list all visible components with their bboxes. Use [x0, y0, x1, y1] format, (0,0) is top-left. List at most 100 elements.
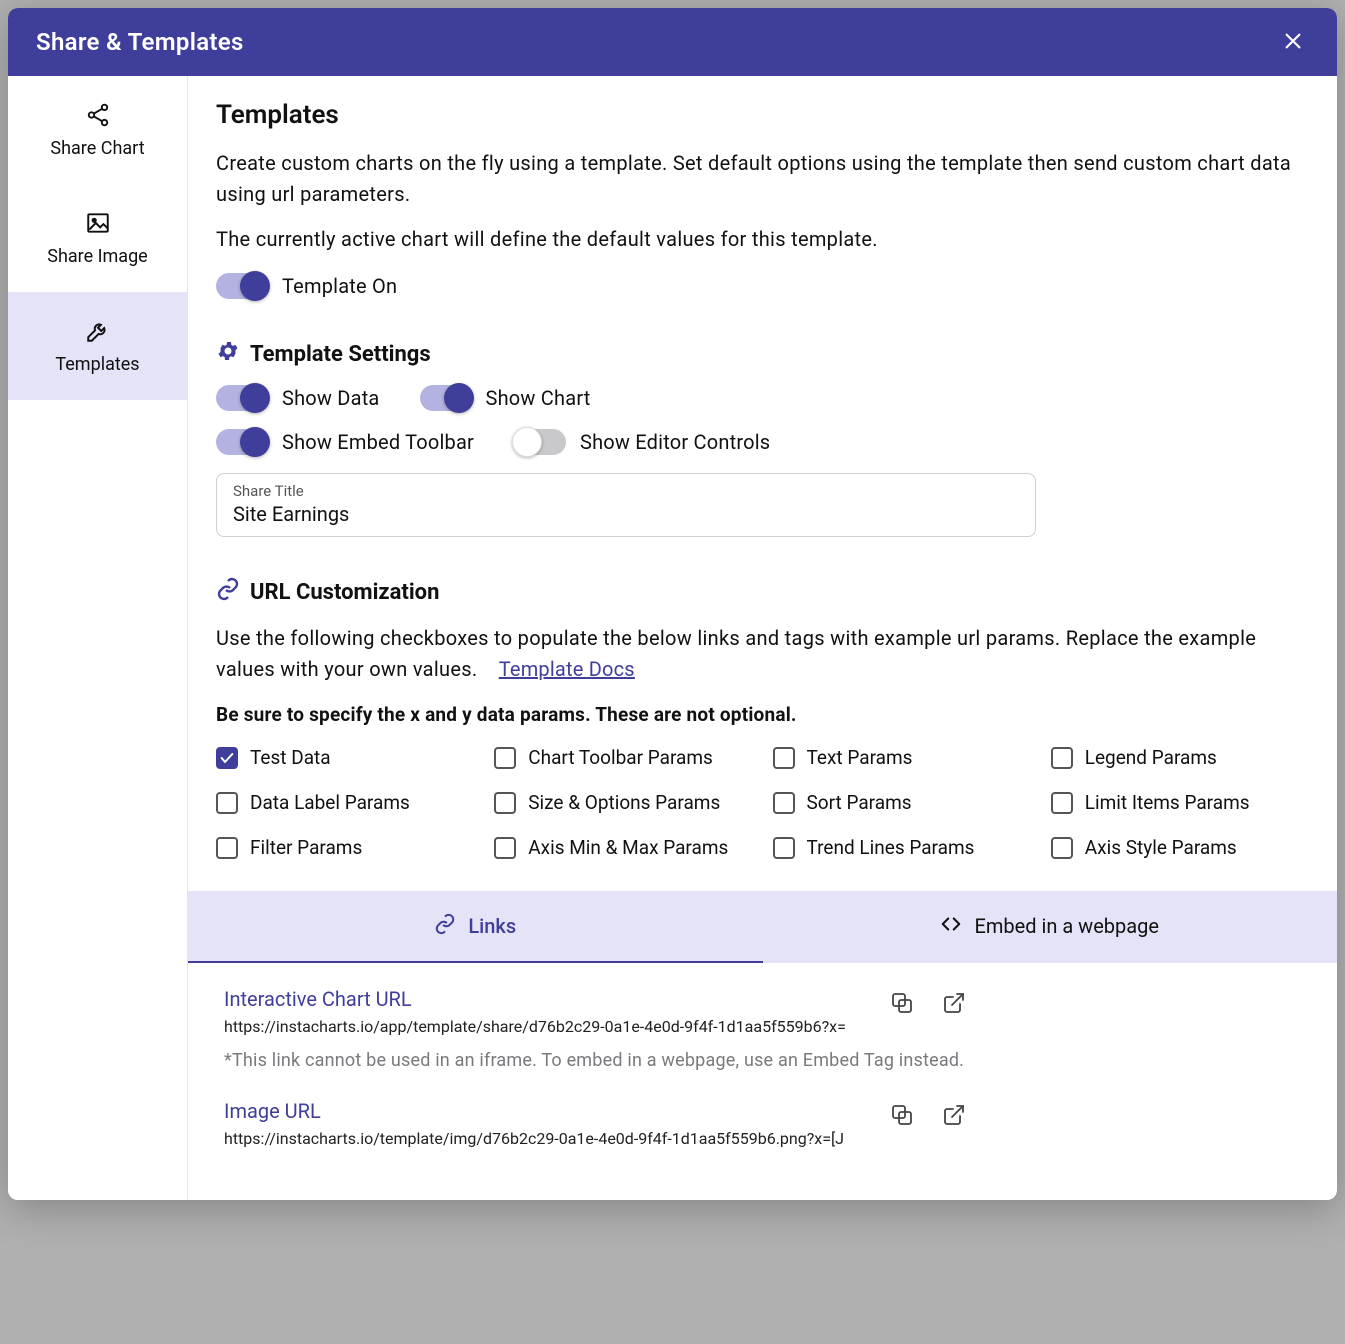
checkbox-trend-lines-params[interactable]: Trend Lines Params	[773, 836, 1031, 859]
share-title-label: Share Title	[233, 482, 1019, 500]
url-customization-heading: URL Customization	[250, 580, 439, 605]
checkbox-text-params[interactable]: Text Params	[773, 746, 1031, 769]
sidebar-item-label: Templates	[55, 354, 139, 375]
tab-embed[interactable]: Embed in a webpage	[763, 891, 1338, 963]
open-image-url-button[interactable]	[942, 1103, 966, 1130]
checkbox-box	[1051, 837, 1073, 859]
image-url-block: Image URL https://instacharts.io/templat…	[224, 1099, 1301, 1148]
show-data-toggle[interactable]	[216, 385, 268, 411]
copy-image-url-button[interactable]	[890, 1103, 914, 1130]
show-embed-toolbar-toggle[interactable]	[216, 429, 268, 455]
tab-embed-label: Embed in a webpage	[974, 914, 1159, 938]
checkbox-size-options-params[interactable]: Size & Options Params	[494, 791, 752, 814]
main-content: Templates Create custom charts on the fl…	[188, 76, 1337, 1200]
checkbox-box	[494, 747, 516, 769]
checkbox-box	[773, 792, 795, 814]
image-url-value: https://instacharts.io/template/img/d76b…	[224, 1129, 864, 1148]
checkbox-limit-items-params[interactable]: Limit Items Params	[1051, 791, 1309, 814]
wrench-icon	[85, 318, 111, 344]
url-bold-note: Be sure to specify the x and y data para…	[216, 703, 1309, 726]
templates-section: Templates Create custom charts on the fl…	[188, 76, 1337, 883]
copy-interactive-url-button[interactable]	[890, 991, 914, 1018]
show-embed-toolbar-label: Show Embed Toolbar	[282, 430, 474, 454]
share-icon	[85, 102, 111, 128]
checkbox-label: Filter Params	[250, 836, 362, 859]
sidebar-item-label: Share Image	[47, 246, 147, 267]
output-tabs: Links Embed in a webpage	[188, 891, 1337, 963]
checkbox-filter-params[interactable]: Filter Params	[216, 836, 474, 859]
interactive-url-note: *This link cannot be used in an iframe. …	[224, 1050, 1301, 1071]
share-title-input[interactable]	[233, 502, 1019, 526]
checkbox-data-label-params[interactable]: Data Label Params	[216, 791, 474, 814]
checkbox-label: Data Label Params	[250, 791, 410, 814]
settings-toggle-grid-2: Show Embed Toolbar Show Editor Controls	[216, 429, 1309, 455]
open-external-icon	[942, 1003, 966, 1018]
url-customization-heading-row: URL Customization	[216, 577, 1309, 607]
checkbox-label: Trend Lines Params	[807, 836, 975, 859]
interactive-url-value: https://instacharts.io/app/template/shar…	[224, 1017, 864, 1036]
image-icon	[85, 210, 111, 236]
sidebar-item-label: Share Chart	[50, 138, 144, 159]
template-docs-link[interactable]: Template Docs	[499, 657, 635, 681]
close-button[interactable]	[1277, 26, 1309, 58]
dialog-body: Share Chart Share Image Templates Templa…	[8, 76, 1337, 1200]
dialog-header: Share & Templates	[8, 8, 1337, 76]
checkbox-axis-style-params[interactable]: Axis Style Params	[1051, 836, 1309, 859]
open-interactive-url-button[interactable]	[942, 991, 966, 1018]
copy-icon	[890, 1003, 914, 1018]
tab-links-label: Links	[468, 914, 516, 938]
checkbox-box	[216, 747, 238, 769]
close-icon	[1282, 30, 1304, 55]
checkbox-box	[773, 747, 795, 769]
checkbox-label: Axis Min & Max Params	[528, 836, 728, 859]
sidebar-item-share-chart[interactable]: Share Chart	[8, 76, 187, 184]
checkbox-sort-params[interactable]: Sort Params	[773, 791, 1031, 814]
checkbox-legend-params[interactable]: Legend Params	[1051, 746, 1309, 769]
checkbox-label: Chart Toolbar Params	[528, 746, 713, 769]
sidebar-item-share-image[interactable]: Share Image	[8, 184, 187, 292]
template-settings-heading: Template Settings	[250, 342, 431, 367]
checkbox-label: Size & Options Params	[528, 791, 720, 814]
template-on-toggle[interactable]	[216, 273, 268, 299]
checkbox-label: Sort Params	[807, 791, 912, 814]
show-editor-controls-label: Show Editor Controls	[580, 430, 770, 454]
templates-heading: Templates	[216, 100, 1309, 130]
interactive-url-title: Interactive Chart URL	[224, 987, 864, 1011]
dialog-title: Share & Templates	[36, 28, 244, 56]
checkbox-box	[1051, 747, 1073, 769]
copy-icon	[890, 1115, 914, 1130]
checkbox-label: Text Params	[807, 746, 913, 769]
show-chart-toggle[interactable]	[420, 385, 472, 411]
show-editor-controls-toggle[interactable]	[514, 429, 566, 455]
share-title-input-wrap: Share Title	[216, 473, 1036, 537]
interactive-url-block: Interactive Chart URL https://instachart…	[224, 987, 1301, 1071]
templates-desc-2: The currently active chart will define t…	[216, 224, 1309, 255]
url-desc-text: Use the following checkboxes to populate…	[216, 626, 1256, 681]
templates-desc-1: Create custom charts on the fly using a …	[216, 148, 1309, 210]
open-external-icon	[942, 1115, 966, 1130]
link-icon	[216, 577, 240, 607]
checkbox-test-data[interactable]: Test Data	[216, 746, 474, 769]
checkbox-box	[216, 792, 238, 814]
code-icon	[940, 913, 962, 940]
template-on-label: Template On	[282, 274, 397, 298]
settings-toggle-grid: Show Data Show Chart	[216, 385, 1309, 411]
checkbox-box	[1051, 792, 1073, 814]
template-settings-heading-row: Template Settings	[216, 339, 1309, 369]
sidebar: Share Chart Share Image Templates	[8, 76, 188, 1200]
checkbox-chart-toolbar-params[interactable]: Chart Toolbar Params	[494, 746, 752, 769]
checkbox-axis-minmax-params[interactable]: Axis Min & Max Params	[494, 836, 752, 859]
checkbox-box	[494, 792, 516, 814]
checkbox-box	[216, 837, 238, 859]
sidebar-item-templates[interactable]: Templates	[8, 292, 187, 400]
tab-links[interactable]: Links	[188, 891, 763, 963]
show-chart-label: Show Chart	[486, 386, 591, 410]
links-area: Interactive Chart URL https://instachart…	[188, 963, 1337, 1200]
link-icon	[434, 913, 456, 940]
url-checkbox-grid: Test Data Chart Toolbar Params Text Para…	[216, 746, 1309, 859]
show-data-label: Show Data	[282, 386, 380, 410]
checkbox-label: Limit Items Params	[1085, 791, 1250, 814]
share-templates-dialog: Share & Templates Share Chart Share Imag…	[8, 8, 1337, 1200]
image-url-title: Image URL	[224, 1099, 864, 1123]
url-desc: Use the following checkboxes to populate…	[216, 623, 1309, 685]
